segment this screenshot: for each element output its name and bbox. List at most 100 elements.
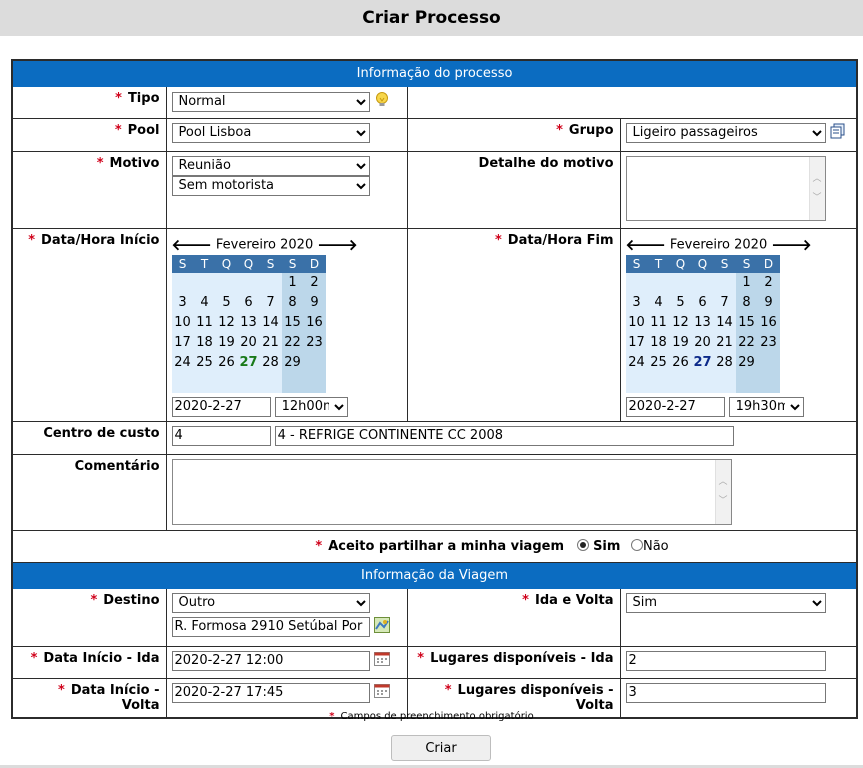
calendar-day[interactable]: 8 (281, 292, 304, 313)
label-text: Lugares disponíveis - Volta (457, 682, 614, 713)
calendar-day[interactable]: 6 (237, 292, 260, 313)
calendar-day[interactable]: 23 (757, 332, 780, 353)
calendar-day[interactable]: 12 (669, 312, 692, 333)
calendar-day[interactable]: 7 (713, 292, 736, 313)
lightbulb-icon[interactable] (374, 91, 390, 113)
calendar-day[interactable]: 26 (669, 352, 692, 373)
destino-address-input[interactable] (171, 616, 370, 637)
calendar-day[interactable]: 11 (647, 312, 670, 333)
calendar-day[interactable]: 13 (691, 312, 714, 333)
calendar-day[interactable]: 15 (735, 312, 758, 333)
start-time-select[interactable]: 12h00m (274, 396, 348, 417)
calendar-day[interactable]: 1 (281, 272, 304, 293)
calendar-day[interactable]: 5 (215, 292, 238, 313)
weekday-header: D (757, 254, 780, 273)
pool-select[interactable]: Pool Lisboa (171, 122, 370, 143)
calendar-day[interactable]: 25 (193, 352, 216, 373)
calendar-day[interactable]: 4 (647, 292, 670, 313)
calendar-day[interactable]: 11 (193, 312, 216, 333)
next-month-icon[interactable]: 🡒 (771, 236, 811, 254)
calendar-day[interactable]: 19 (215, 332, 238, 353)
calendar-day[interactable]: 19 (669, 332, 692, 353)
calendar-day-selected[interactable]: 27 (237, 352, 260, 373)
calendar-day[interactable]: 7 (259, 292, 282, 313)
grupo-select[interactable]: Ligeiro passageiros (625, 122, 826, 143)
calendar-day[interactable]: 9 (757, 292, 780, 313)
scrollbar[interactable]: ︿ ﹀ (808, 156, 825, 220)
calendar-day[interactable]: 17 (171, 332, 194, 353)
calendar-day[interactable]: 22 (281, 332, 304, 353)
end-time-select[interactable]: 19h30m (728, 396, 804, 417)
calendar-day[interactable]: 4 (193, 292, 216, 313)
share-yes-radio[interactable] (576, 538, 589, 551)
calendar-day[interactable]: 22 (735, 332, 758, 353)
comentario-label: Comentário (11, 453, 167, 531)
cost-center-code-input[interactable] (171, 425, 271, 446)
cost-center-name-input[interactable] (274, 425, 734, 446)
calendar-day[interactable]: 18 (647, 332, 670, 353)
calendar-day[interactable]: 26 (215, 352, 238, 373)
comment-textarea[interactable]: ︿ ﹀ (171, 458, 732, 525)
end-date-input[interactable] (625, 396, 725, 417)
lugares-ida-input[interactable] (625, 650, 826, 671)
destino-label: * Destino (11, 587, 167, 647)
ida-volta-select[interactable]: Sim (625, 592, 826, 613)
calendar-day[interactable]: 29 (281, 352, 304, 373)
start-date-input[interactable] (171, 396, 271, 417)
calendar-day[interactable]: 3 (171, 292, 194, 313)
weekday-header: S (625, 254, 648, 273)
share-no-radio[interactable] (630, 538, 643, 551)
calendar-day[interactable]: 16 (303, 312, 326, 333)
calendar-day[interactable]: 21 (259, 332, 282, 353)
lugares-volta-input[interactable] (625, 682, 826, 703)
calendar-day[interactable]: 24 (625, 352, 648, 373)
motivo-subselect[interactable]: Sem motorista (171, 175, 370, 196)
calendar-day[interactable]: 1 (735, 272, 758, 293)
calendar-day[interactable]: 5 (669, 292, 692, 313)
calendar-day[interactable]: 15 (281, 312, 304, 333)
prev-month-icon[interactable]: 🡐 (626, 236, 666, 254)
required-mark: * (444, 682, 452, 698)
pool-label: * Pool (11, 117, 167, 152)
calendar-day[interactable]: 17 (625, 332, 648, 353)
calendar-day[interactable]: 12 (215, 312, 238, 333)
destino-select[interactable]: Outro (171, 592, 370, 613)
calendar-day[interactable]: 23 (303, 332, 326, 353)
scrollbar[interactable]: ︿ ﹀ (714, 459, 731, 524)
calendar-day[interactable]: 28 (259, 352, 282, 373)
detalhe-textarea[interactable]: ︿ ﹀ (625, 155, 826, 221)
calendar-day[interactable]: 21 (713, 332, 736, 353)
calendar-day[interactable]: 3 (625, 292, 648, 313)
weekday-header: Q (691, 254, 714, 273)
calendar-day[interactable]: 29 (735, 352, 758, 373)
calendar-day[interactable]: 9 (303, 292, 326, 313)
calendar-day[interactable]: 28 (713, 352, 736, 373)
calendar-day[interactable]: 16 (757, 312, 780, 333)
tipo-select[interactable]: Normal (171, 91, 370, 112)
calendar-day[interactable]: 13 (237, 312, 260, 333)
data-ida-input[interactable] (171, 650, 370, 671)
calendar-day[interactable]: 10 (171, 312, 194, 333)
calendar-day[interactable]: 18 (193, 332, 216, 353)
map-icon[interactable] (373, 616, 390, 637)
calendar-day[interactable]: 6 (691, 292, 714, 313)
copy-icon[interactable] (830, 123, 846, 143)
calendar-day[interactable]: 8 (735, 292, 758, 313)
motivo-select[interactable]: Reunião (171, 155, 370, 176)
calendar-day[interactable]: 24 (171, 352, 194, 373)
create-button[interactable]: Criar (391, 735, 491, 761)
prev-month-icon[interactable]: 🡐 (172, 236, 212, 254)
calendar-day[interactable]: 20 (691, 332, 714, 353)
data-volta-input[interactable] (171, 682, 370, 703)
next-month-icon[interactable]: 🡒 (317, 236, 357, 254)
calendar-day[interactable]: 20 (237, 332, 260, 353)
calendar-day[interactable]: 14 (713, 312, 736, 333)
calendar-day[interactable]: 2 (303, 272, 326, 293)
calendar-day[interactable]: 2 (757, 272, 780, 293)
calendar-icon[interactable] (373, 683, 390, 702)
calendar-day[interactable]: 14 (259, 312, 282, 333)
calendar-day[interactable]: 10 (625, 312, 648, 333)
calendar-day[interactable]: 25 (647, 352, 670, 373)
calendar-day-selected[interactable]: 27 (691, 352, 714, 373)
calendar-icon[interactable] (373, 651, 390, 670)
